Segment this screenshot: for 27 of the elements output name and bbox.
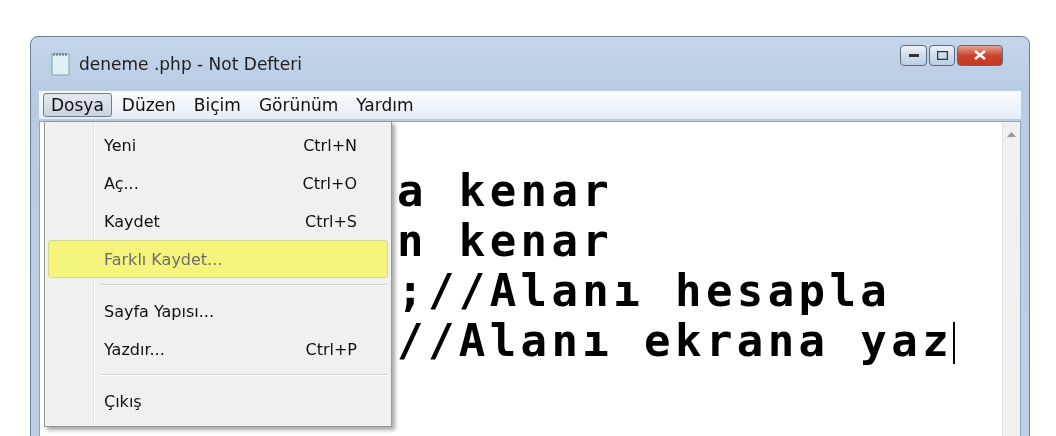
- menu-item[interactable]: Kaydet Ctrl+S: [48, 202, 388, 240]
- menu-bar-item[interactable]: Yardım: [348, 93, 422, 117]
- menu-bar-item[interactable]: Düzen: [113, 93, 184, 117]
- menu-bar-item[interactable]: Dosya: [43, 93, 112, 117]
- menu-item[interactable]: Sayfa Yapısı...: [48, 292, 388, 330]
- menu-item[interactable]: Farklı Kaydet...: [48, 240, 388, 278]
- maximize-button[interactable]: [929, 44, 955, 66]
- menu-item[interactable]: Yeni Ctrl+N: [48, 126, 388, 164]
- notepad-icon: [51, 52, 71, 76]
- minimize-icon: [908, 53, 919, 57]
- scroll-up-arrow-icon: [1007, 132, 1016, 137]
- menu-bar-item[interactable]: Biçim: [185, 93, 249, 117]
- text-caret: [953, 322, 956, 364]
- maximize-icon: [936, 50, 948, 60]
- close-icon: [974, 50, 986, 60]
- menu-item[interactable]: Aç... Ctrl+O: [48, 164, 388, 202]
- menu-bar-item[interactable]: Görünüm: [250, 93, 347, 117]
- menu-item[interactable]: Yazdır... Ctrl+P: [48, 330, 388, 368]
- code-line: //Alanı ekrana yaz: [397, 316, 956, 366]
- window-title: deneme .php - Not Defteri: [79, 54, 303, 74]
- vertical-scrollbar[interactable]: [1002, 122, 1020, 436]
- code-line: n kenar: [397, 216, 614, 266]
- close-button[interactable]: [957, 44, 1003, 66]
- menu-item[interactable]: Çıkış: [48, 382, 388, 420]
- code-line: ;//Alanı hesapla: [397, 266, 892, 316]
- minimize-button[interactable]: [900, 44, 927, 66]
- code-line: a kenar: [397, 166, 614, 216]
